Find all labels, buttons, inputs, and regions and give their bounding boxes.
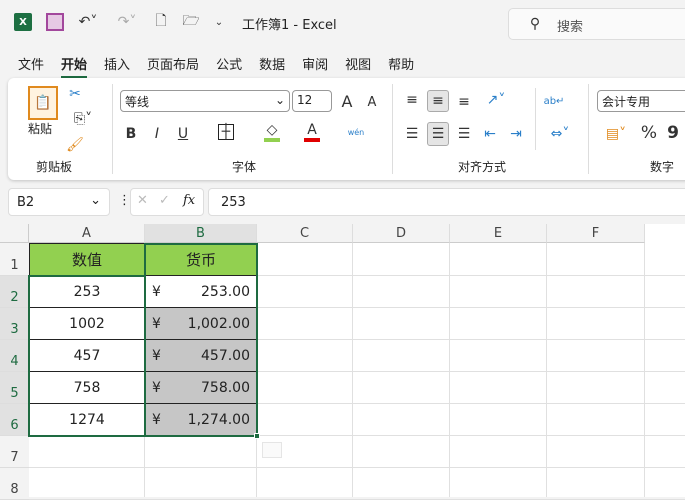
row-header-3[interactable]: 3 bbox=[0, 308, 29, 340]
row-header-6[interactable]: 6 bbox=[0, 404, 29, 436]
search-icon: ⚲ bbox=[529, 16, 541, 32]
row-header-1[interactable]: 1 bbox=[0, 243, 29, 276]
selection-border bbox=[28, 275, 146, 437]
wrap-text-icon[interactable]: ab↵ bbox=[544, 90, 565, 112]
number-format-value: 会计专用 bbox=[602, 95, 651, 109]
new-file-icon[interactable]: 🗋 bbox=[152, 12, 170, 32]
row-header-5[interactable]: 5 bbox=[0, 372, 29, 404]
paste-button[interactable]: 粘贴 bbox=[28, 120, 52, 137]
excel-logo-icon: X bbox=[14, 13, 32, 31]
font-name-value: 等线 bbox=[125, 95, 150, 109]
name-box-value: B2 bbox=[17, 195, 35, 210]
percent-button[interactable]: % bbox=[640, 122, 658, 144]
search-box[interactable]: ⚲ 搜索 bbox=[508, 8, 685, 40]
row-header-7[interactable]: 7 bbox=[0, 436, 29, 468]
orientation-icon[interactable]: ↗˅ bbox=[480, 90, 512, 110]
cut-icon[interactable]: ✂ bbox=[66, 85, 84, 103]
tab-review[interactable]: 审阅 bbox=[302, 54, 328, 79]
window-title: 工作簿1 - Excel bbox=[242, 18, 337, 33]
number-group-label: 数字 bbox=[650, 160, 675, 174]
column-header-C[interactable]: C bbox=[257, 224, 353, 243]
align-top-icon[interactable]: ≡ bbox=[402, 90, 422, 110]
fill-handle[interactable] bbox=[254, 433, 260, 439]
search-placeholder: 搜索 bbox=[557, 20, 584, 35]
column-header-F[interactable]: F bbox=[547, 224, 645, 243]
align-middle-icon[interactable]: ≡ bbox=[427, 90, 449, 112]
formula-input[interactable]: 253 bbox=[208, 188, 685, 216]
tab-view[interactable]: 视图 bbox=[345, 54, 371, 79]
gridline bbox=[352, 243, 353, 497]
chevron-down-icon: ⌄ bbox=[90, 193, 101, 208]
paste-icon[interactable]: 📋 bbox=[28, 86, 58, 120]
quick-analysis-icon[interactable] bbox=[262, 442, 282, 458]
tab-home[interactable]: 开始 bbox=[61, 54, 88, 79]
cancel-icon[interactable]: ✕ bbox=[137, 193, 148, 208]
comma-style-button[interactable]: 9 bbox=[666, 122, 680, 144]
tab-data[interactable]: 数据 bbox=[259, 54, 285, 79]
number-format-select[interactable]: 会计专用 bbox=[597, 90, 685, 112]
row-header-8[interactable]: 8 bbox=[0, 468, 29, 500]
copy-icon[interactable]: ⎘˅ bbox=[66, 110, 100, 128]
font-color-button[interactable]: A bbox=[304, 122, 320, 142]
save-icon[interactable] bbox=[46, 13, 64, 31]
decrease-indent-icon[interactable]: ⇤ bbox=[480, 124, 500, 144]
clipboard-group-label: 剪贴板 bbox=[36, 160, 73, 174]
format-painter-icon[interactable]: 🖌 bbox=[66, 136, 84, 154]
column-header-D[interactable]: D bbox=[353, 224, 450, 243]
redo-icon[interactable]: ↷˅ bbox=[114, 12, 140, 32]
grow-font-icon[interactable]: A bbox=[338, 90, 356, 112]
italic-button[interactable]: I bbox=[148, 124, 166, 144]
fill-color-icon[interactable]: ◇ bbox=[264, 122, 280, 142]
font-group-label: 字体 bbox=[232, 160, 257, 174]
column-header-E[interactable]: E bbox=[450, 224, 547, 243]
tab-help[interactable]: 帮助 bbox=[388, 54, 414, 79]
gridline bbox=[449, 243, 450, 497]
align-right-icon[interactable]: ☰ bbox=[454, 124, 474, 144]
phonetic-icon[interactable]: wén bbox=[346, 124, 366, 140]
column-header-A[interactable]: A bbox=[29, 224, 145, 243]
insert-function-button[interactable]: fx bbox=[183, 193, 195, 208]
formula-buttons: ✕ ✓ fx bbox=[130, 188, 204, 216]
font-size-select[interactable]: 12 bbox=[292, 90, 332, 112]
customize-toolbar-icon[interactable]: ⌄ bbox=[212, 12, 226, 32]
bold-button[interactable]: B bbox=[122, 124, 140, 144]
shrink-font-icon[interactable]: A bbox=[364, 92, 380, 112]
ribbon-tabs: 文件 开始 插入 页面布局 公式 数据 审阅 视图 帮助 bbox=[18, 54, 414, 79]
align-bottom-icon[interactable]: ≡ bbox=[454, 92, 474, 112]
column-header-B[interactable]: B bbox=[145, 224, 257, 243]
borders-icon[interactable]: ┼ bbox=[218, 124, 234, 140]
enter-icon[interactable]: ✓ bbox=[159, 193, 170, 208]
accounting-format-icon[interactable]: ▤˅ bbox=[600, 124, 632, 144]
selection-border bbox=[144, 243, 258, 437]
select-all-corner[interactable] bbox=[0, 224, 29, 243]
font-size-value: 12 bbox=[297, 93, 313, 107]
align-left-icon[interactable]: ☰ bbox=[402, 124, 422, 144]
underline-button[interactable]: U bbox=[174, 124, 192, 144]
formula-value: 253 bbox=[221, 195, 246, 210]
name-box[interactable]: B2 ⌄ bbox=[8, 188, 110, 216]
tab-formulas[interactable]: 公式 bbox=[216, 54, 242, 79]
alignment-group-label: 对齐方式 bbox=[458, 160, 507, 174]
open-folder-icon[interactable]: 🗁 bbox=[180, 12, 202, 32]
align-center-icon[interactable]: ☰ bbox=[427, 122, 449, 146]
merge-center-icon[interactable]: ⇔˅ bbox=[544, 124, 576, 144]
gridline bbox=[546, 243, 547, 497]
tab-page-layout[interactable]: 页面布局 bbox=[147, 54, 199, 79]
gridline bbox=[644, 243, 645, 497]
row-header-4[interactable]: 4 bbox=[0, 340, 29, 372]
increase-indent-icon[interactable]: ⇥ bbox=[506, 124, 526, 144]
gridline bbox=[29, 467, 685, 468]
header-cell[interactable]: 数值 bbox=[29, 243, 145, 276]
row-header-2[interactable]: 2 bbox=[0, 276, 29, 308]
font-name-select[interactable]: 等线 ⌄ bbox=[120, 90, 290, 112]
tab-insert[interactable]: 插入 bbox=[104, 54, 130, 79]
tab-file[interactable]: 文件 bbox=[18, 54, 44, 79]
chevron-down-icon: ⌄ bbox=[274, 93, 285, 107]
undo-icon[interactable]: ↶˅ bbox=[76, 12, 100, 32]
